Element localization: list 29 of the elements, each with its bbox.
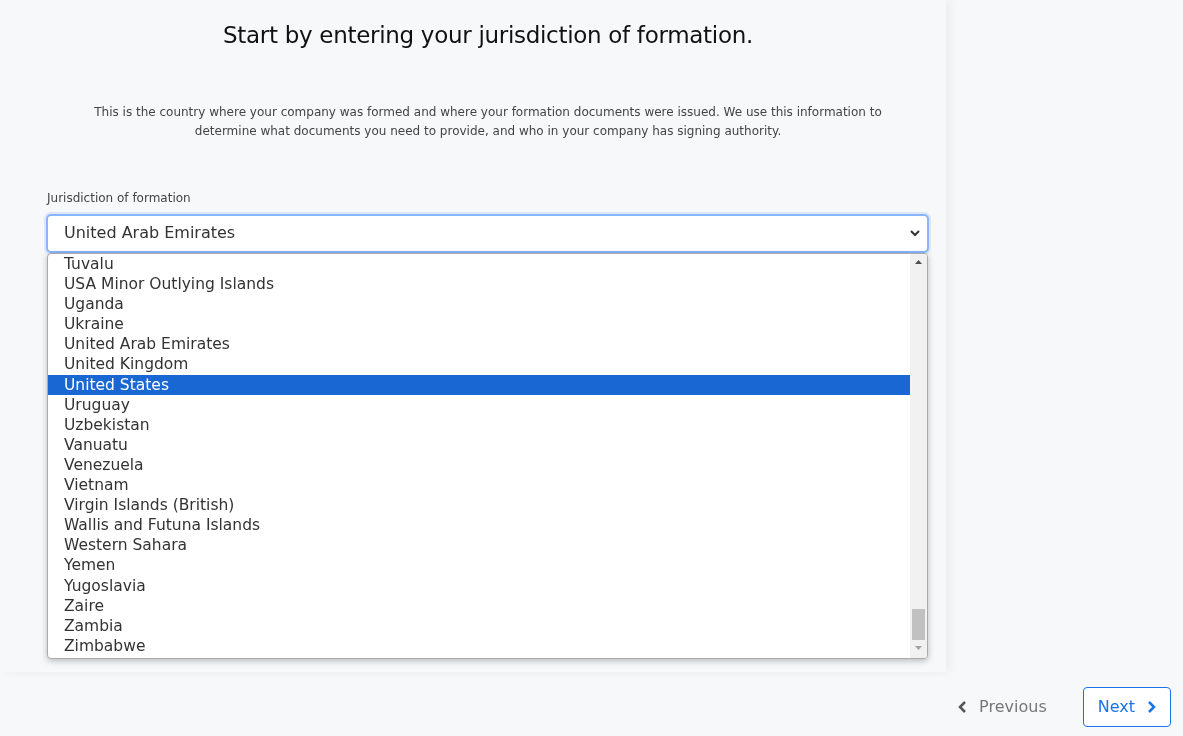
dropdown-option[interactable]: Western Sahara [48,535,910,556]
dropdown-option[interactable]: Zimbabwe [48,635,910,656]
dropdown-option[interactable]: Ukraine [48,314,910,335]
previous-button[interactable]: Previous [952,687,1053,727]
select-field[interactable]: United Arab Emirates [46,213,929,253]
dropdown-option[interactable]: Uzbekistan [48,414,910,435]
dropdown-option[interactable]: Yugoslavia [48,575,910,596]
field-label: Jurisdiction of formation [47,189,192,207]
dropdown-option[interactable]: Zaire [48,595,910,616]
chevron-right-icon [1147,700,1156,714]
chevron-left-icon [958,700,968,714]
dropdown-option[interactable]: Wallis and Futuna Islands [48,515,910,536]
dropdown-option[interactable]: United Arab Emirates [48,334,910,355]
dropdown-option[interactable]: Zambia [48,615,910,636]
dropdown-option[interactable]: Vietnam [48,475,910,496]
description-text: This is the country where your company was formed and where your formation documents were issued. We use this information to determine what documents you need to provide, and who in your company has signing authority. [93,103,883,140]
chevron-down-icon [909,229,921,238]
dropdown-option[interactable]: United States [48,374,910,395]
dropdown-option[interactable]: Uganda [48,294,910,315]
dropdown-option[interactable]: Uruguay [48,394,910,415]
dropdown-option[interactable]: USA Minor Outlying Islands [48,274,910,295]
dropdown-option[interactable]: Venezuela [48,454,910,476]
page-heading: Start by entering your jurisdiction of formation. [222,22,754,50]
dropdown-option[interactable]: United Kingdom [48,354,910,375]
dropdown-option[interactable]: Virgin Islands (British) [48,495,910,516]
dropdown-option[interactable]: Yemen [48,555,910,576]
dropdown-option[interactable]: Vanuatu [48,434,910,455]
dropdown-option[interactable]: Tuvalu [48,254,910,275]
next-button[interactable]: Next [1082,687,1171,727]
